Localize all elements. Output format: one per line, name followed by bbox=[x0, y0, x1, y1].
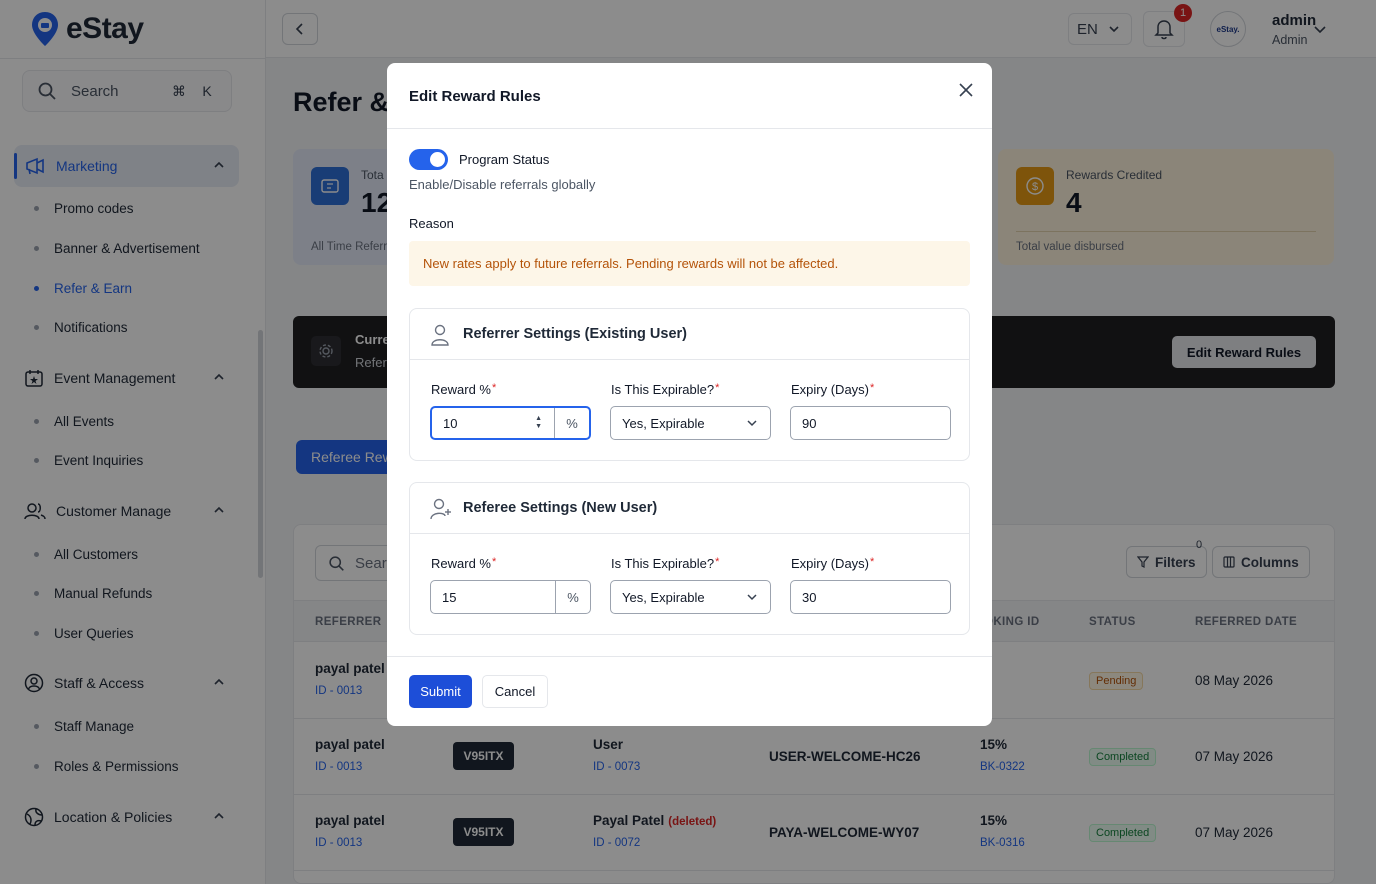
referrer-settings-card: Referrer Settings (Existing User) Reward… bbox=[409, 308, 970, 461]
notice-banner: New rates apply to future referrals. Pen… bbox=[409, 241, 970, 286]
percent-suffix: % bbox=[555, 581, 590, 613]
program-status-description: Enable/Disable referrals globally bbox=[409, 177, 596, 192]
label-text: Reward % bbox=[431, 556, 491, 571]
referrer-settings-header: Referrer Settings (Existing User) bbox=[410, 309, 969, 360]
label-text: Is This Expirable? bbox=[611, 382, 715, 397]
label-text: Reward % bbox=[431, 382, 491, 397]
close-button[interactable] bbox=[956, 80, 976, 100]
chevron-down-icon bbox=[747, 594, 757, 601]
required-mark: * bbox=[491, 382, 497, 394]
user-plus-icon bbox=[430, 498, 451, 520]
expirable-label: Is This Expirable?* bbox=[611, 382, 719, 397]
submit-button[interactable]: Submit bbox=[409, 675, 472, 708]
referee-settings-card: Referee Settings (New User) Reward %* Is… bbox=[409, 482, 970, 635]
expiry-days-label: Expiry (Days)* bbox=[791, 382, 874, 397]
select-value: Yes, Expirable bbox=[622, 415, 705, 431]
required-mark: * bbox=[870, 382, 875, 394]
program-status-label: Program Status bbox=[459, 152, 550, 167]
number-stepper[interactable]: ▲ ▼ bbox=[535, 415, 542, 431]
referee-expiry-input[interactable]: 30 bbox=[790, 580, 951, 614]
required-mark: * bbox=[715, 382, 720, 394]
required-mark: * bbox=[715, 556, 720, 568]
referee-settings-title: Referee Settings (New User) bbox=[463, 500, 658, 516]
program-status-toggle[interactable] bbox=[409, 149, 448, 170]
input-value: 90 bbox=[802, 415, 817, 431]
referee-reward-input[interactable]: 15 % bbox=[430, 580, 591, 614]
referrer-settings-title: Referrer Settings (Existing User) bbox=[463, 326, 688, 342]
edit-reward-rules-modal: Edit Reward Rules Program Status Enable/… bbox=[387, 63, 992, 726]
reason-label: Reason bbox=[409, 216, 454, 231]
input-value: 30 bbox=[802, 589, 817, 605]
chevron-down-icon bbox=[747, 420, 757, 427]
reward-percent-label: Reward %* bbox=[431, 556, 496, 571]
referee-settings-header: Referee Settings (New User) bbox=[410, 483, 969, 534]
label-text: Expiry (Days) bbox=[791, 382, 870, 397]
referrer-expirable-select[interactable]: Yes, Expirable bbox=[610, 406, 771, 440]
modal-footer-divider bbox=[387, 656, 992, 657]
referrer-reward-input[interactable]: 10 ▲ ▼ % bbox=[430, 406, 591, 440]
required-mark: * bbox=[870, 556, 875, 568]
reward-percent-label: Reward %* bbox=[431, 382, 496, 397]
modal-header-divider bbox=[387, 128, 992, 129]
cancel-button[interactable]: Cancel bbox=[482, 675, 548, 708]
expirable-label: Is This Expirable?* bbox=[611, 556, 719, 571]
expiry-days-label: Expiry (Days)* bbox=[791, 556, 874, 571]
stepper-down-icon[interactable]: ▼ bbox=[535, 423, 542, 431]
close-icon bbox=[959, 83, 973, 97]
input-value: 15 bbox=[442, 589, 457, 605]
stepper-up-icon[interactable]: ▲ bbox=[535, 415, 542, 423]
referrer-expiry-input[interactable]: 90 bbox=[790, 406, 951, 440]
label-text: Expiry (Days) bbox=[791, 556, 870, 571]
toggle-knob bbox=[430, 152, 445, 167]
modal-title: Edit Reward Rules bbox=[409, 88, 541, 105]
required-mark: * bbox=[491, 556, 497, 568]
select-value: Yes, Expirable bbox=[622, 589, 705, 605]
percent-suffix: % bbox=[554, 408, 589, 438]
label-text: Is This Expirable? bbox=[611, 556, 715, 571]
user-icon bbox=[431, 324, 449, 346]
referee-expirable-select[interactable]: Yes, Expirable bbox=[610, 580, 771, 614]
input-value: 10 bbox=[443, 415, 458, 431]
